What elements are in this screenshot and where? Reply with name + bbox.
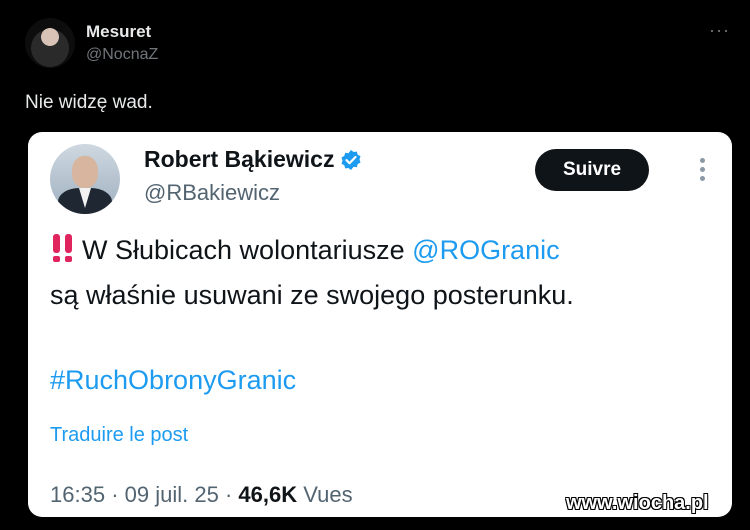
mention-link[interactable]: @ROGranic: [412, 235, 559, 265]
views-label: Vues: [303, 482, 353, 507]
site-watermark: www.wiocha.pl: [566, 492, 709, 514]
views-count: 46,6K: [238, 482, 298, 507]
double-exclamation-icon: [50, 234, 76, 262]
tweet-text-line-1: W Słubicach wolontariusze @ROGranic: [50, 234, 560, 266]
more-horizontal-icon[interactable]: ···: [709, 20, 730, 41]
author-name[interactable]: Mesuret: [86, 22, 151, 42]
hashtag-link[interactable]: #RuchObronyGranic: [50, 365, 296, 396]
embedded-post-card[interactable]: Robert Bąkiewicz @RBakiewicz Suivre W Sł…: [28, 132, 732, 517]
post-metadata: 16:35 · 09 juil. 25 · 46,6K Vues: [50, 482, 353, 508]
verified-badge-icon: [341, 149, 361, 170]
author-avatar[interactable]: [25, 18, 75, 68]
embedded-author-name[interactable]: Robert Bąkiewicz: [144, 146, 334, 173]
translate-post-link[interactable]: Traduire le post: [50, 424, 188, 447]
post-text: Nie widzę wad.: [25, 92, 153, 113]
meta-separator: ·: [224, 482, 233, 507]
author-handle[interactable]: @NocnaZ: [86, 46, 158, 64]
embedded-author-handle[interactable]: @RBakiewicz: [144, 180, 280, 206]
tweet-text-line-2: są właśnie usuwani ze swojego posterunku…: [50, 280, 574, 310]
follow-button[interactable]: Suivre: [535, 149, 649, 191]
embedded-author-name-row[interactable]: Robert Bąkiewicz: [144, 146, 362, 173]
post-time[interactable]: 16:35: [50, 482, 105, 507]
embedded-author-avatar[interactable]: [50, 144, 120, 214]
more-vertical-icon[interactable]: [700, 158, 706, 185]
post-date[interactable]: 09 juil. 25: [125, 482, 219, 507]
tweet-text-start: W Słubicach wolontariusze: [82, 235, 413, 265]
meta-separator: ·: [111, 482, 119, 507]
